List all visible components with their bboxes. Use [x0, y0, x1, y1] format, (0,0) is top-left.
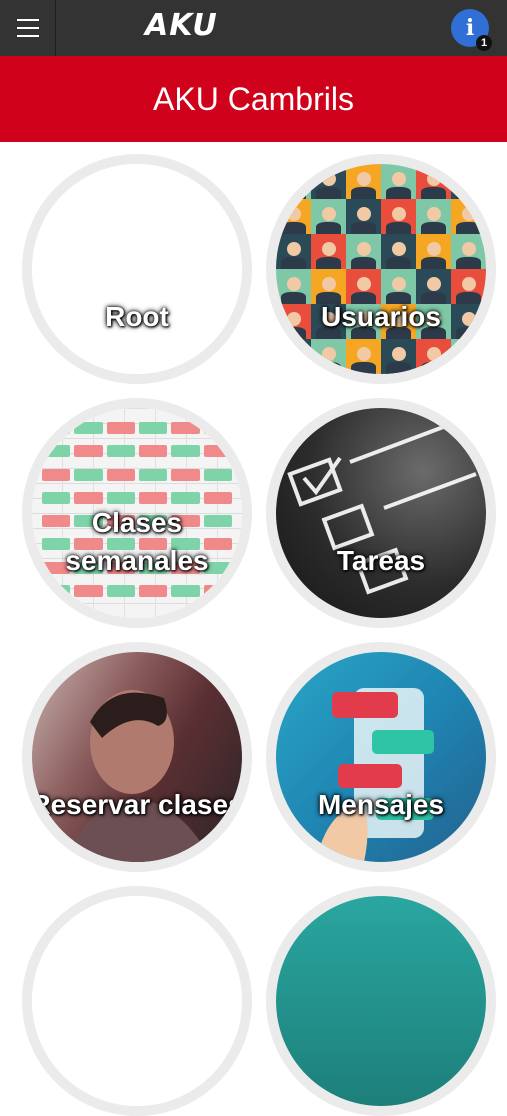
chat-bubbles-icon: [316, 688, 434, 862]
tile-clases-semanales[interactable]: Clases semanales: [22, 398, 252, 628]
smiling-man-image: [62, 690, 212, 862]
top-app-bar: AKU i 1: [0, 0, 507, 56]
tile-tareas-label: Tareas: [336, 545, 426, 576]
tile-usuarios-label: Usuarios: [321, 301, 441, 332]
tile-tareas-art: [276, 408, 486, 618]
tile-next-left[interactable]: [22, 886, 252, 1116]
page-title-bar: AKU Cambrils: [0, 56, 507, 142]
page-title: AKU Cambrils: [153, 80, 354, 117]
tile-tareas[interactable]: Tareas: [266, 398, 496, 628]
tile-usuarios-art: [276, 164, 486, 374]
app-logo: AKU: [145, 8, 218, 43]
menu-button[interactable]: [0, 0, 56, 56]
tile-reservar-clases-label: Reservar clases: [30, 789, 244, 820]
tile-root-label: Root: [105, 301, 169, 332]
tile-root-art: [32, 164, 242, 374]
hamburger-menu-icon: [16, 19, 39, 21]
checkbox-icon: [287, 424, 477, 595]
tile-clases-semanales-label-line1: Clases: [91, 507, 183, 538]
tile-mensajes-art: [276, 652, 486, 862]
tile-mensajes-label: Mensajes: [317, 789, 445, 820]
tile-next-right[interactable]: [266, 886, 496, 1116]
notification-badge: 1: [476, 35, 492, 51]
info-icon: i: [465, 15, 475, 41]
tile-mensajes[interactable]: Mensajes: [266, 642, 496, 872]
tile-usuarios[interactable]: Usuarios: [266, 154, 496, 384]
tile-root[interactable]: Root: [22, 154, 252, 384]
tile-reservar-clases[interactable]: Reservar clases: [22, 642, 252, 872]
tile-reservar-clases-art: [32, 652, 242, 862]
tile-clases-semanales-label-line2: semanales: [65, 545, 209, 576]
